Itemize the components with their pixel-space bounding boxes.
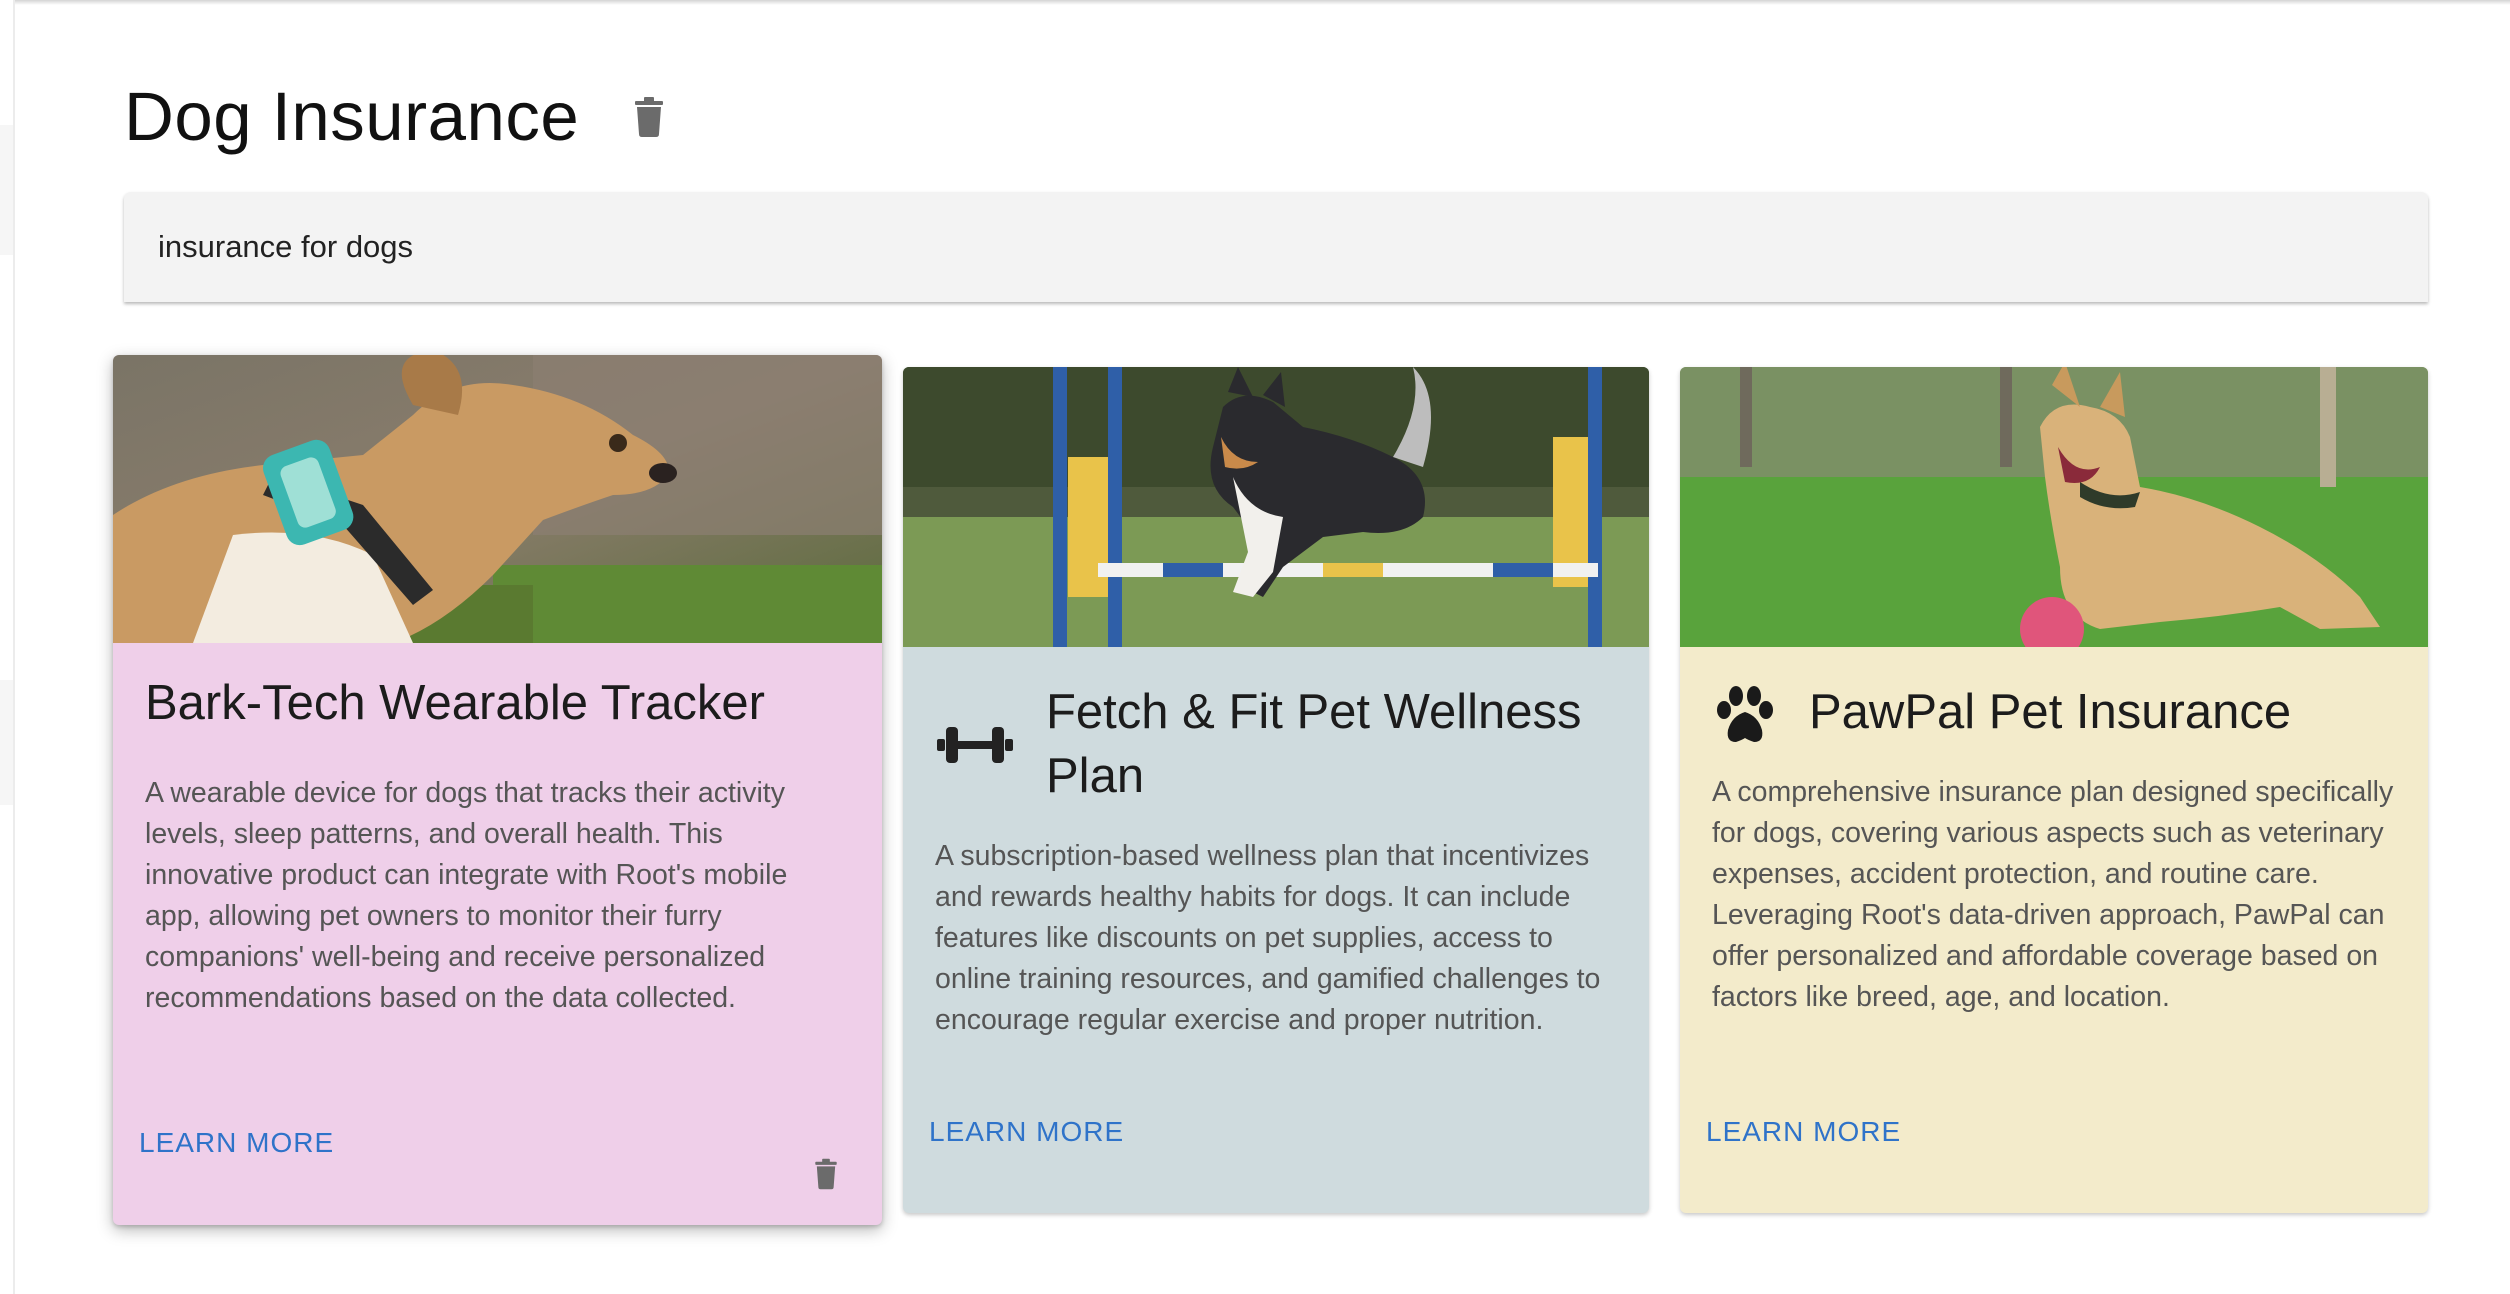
card-title: PawPal Pet Insurance bbox=[1809, 685, 2292, 739]
page-title: Dog Insurance bbox=[124, 78, 580, 155]
card-description: A wearable device for dogs that tracks t… bbox=[145, 777, 788, 1014]
trash-icon[interactable] bbox=[627, 91, 671, 143]
trash-icon[interactable] bbox=[811, 1156, 841, 1192]
left-rail bbox=[0, 0, 15, 1294]
card-image bbox=[903, 367, 1649, 647]
card-image bbox=[113, 355, 882, 643]
dumbbell-icon bbox=[935, 715, 1015, 780]
left-rail-segment bbox=[0, 125, 13, 255]
learn-more-button[interactable]: LEARN MORE bbox=[1706, 1116, 1901, 1148]
card-title: Bark-Tech Wearable Tracker bbox=[145, 676, 765, 730]
page-header: Dog Insurance bbox=[124, 72, 671, 162]
top-shadow bbox=[0, 0, 2510, 5]
search-input[interactable] bbox=[156, 228, 2396, 266]
product-card: PawPal Pet Insurance A comprehensive ins… bbox=[1680, 367, 2428, 1213]
left-rail-segment bbox=[0, 680, 13, 805]
learn-more-button[interactable]: LEARN MORE bbox=[139, 1127, 334, 1159]
card-image bbox=[1680, 367, 2428, 647]
card-description: A subscription-based wellness plan that … bbox=[935, 840, 1601, 1036]
card-description: A comprehensive insurance plan designed … bbox=[1712, 776, 2394, 1013]
paw-icon bbox=[1710, 680, 1780, 755]
product-card: Bark-Tech Wearable Tracker A wearable de… bbox=[113, 355, 882, 1225]
card-title: Fetch & Fit Pet Wellness Plan bbox=[1046, 685, 1582, 803]
search-field[interactable] bbox=[124, 192, 2428, 302]
learn-more-button[interactable]: LEARN MORE bbox=[929, 1116, 1124, 1148]
product-card: Fetch & Fit Pet Wellness Plan A subscrip… bbox=[903, 367, 1649, 1213]
